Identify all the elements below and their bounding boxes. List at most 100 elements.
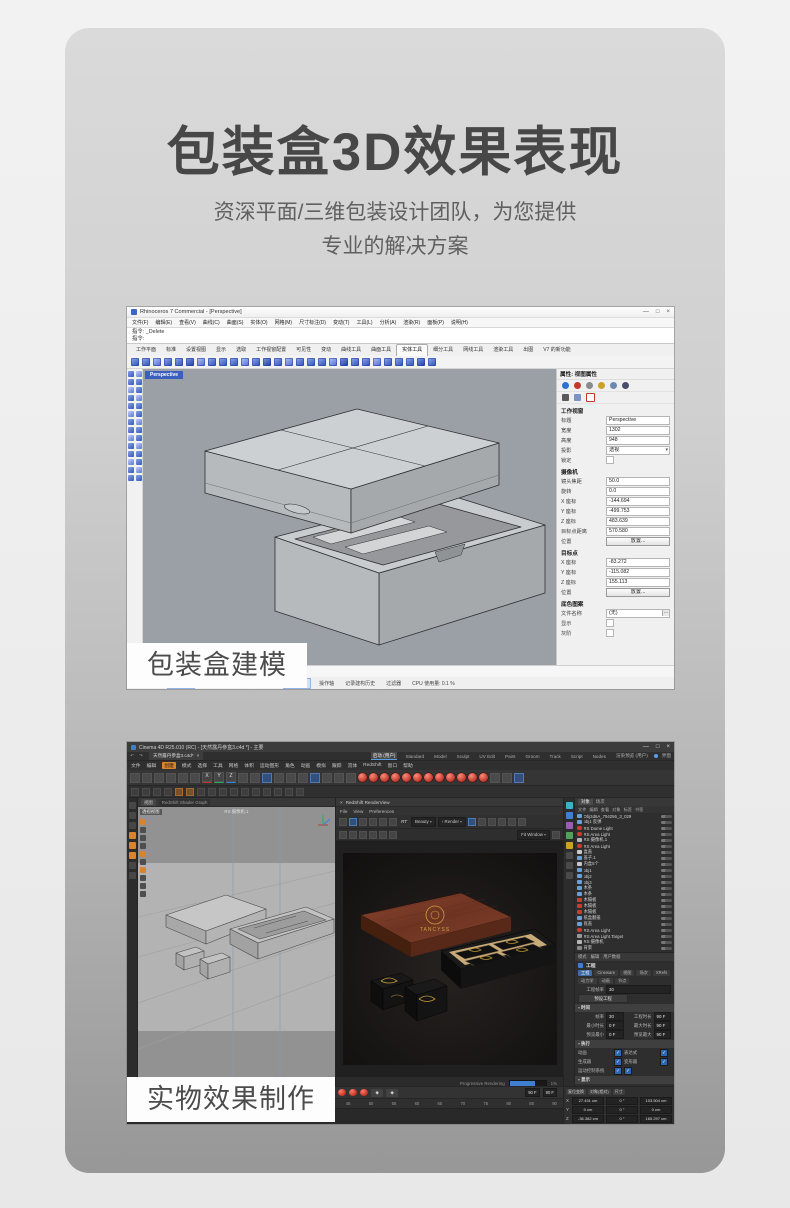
object-toggles[interactable] (665, 917, 672, 920)
attribute-row[interactable]: 时间 (575, 1004, 674, 1012)
fillet-edge-icon[interactable] (362, 358, 370, 366)
menu-item[interactable]: 曲面(S) (227, 319, 244, 326)
property-row[interactable]: 工作视窗 (557, 406, 674, 415)
slab-icon[interactable] (241, 358, 249, 366)
menu-item[interactable]: 帮助 (403, 762, 413, 769)
status-item[interactable]: 记录建构历史 (342, 679, 378, 688)
object-toggles[interactable] (665, 911, 672, 914)
object-toggles[interactable] (665, 839, 672, 842)
frame-number[interactable]: 75 (483, 1101, 488, 1106)
gear-icon[interactable] (552, 831, 560, 839)
menu-item[interactable]: 窗口 (388, 762, 398, 769)
menu-item[interactable]: 体积 (244, 762, 254, 769)
redshift-light-icon[interactable] (446, 773, 455, 782)
object-row[interactable]: RS 摄像机.1 (575, 837, 674, 843)
copy-frame-icon[interactable] (359, 831, 367, 839)
model-mode-icon[interactable] (129, 802, 136, 809)
add-snapshot-icon[interactable] (369, 831, 377, 839)
camera-label[interactable]: RS 摄像机.1 (224, 809, 248, 815)
render-view-icon[interactable] (334, 773, 344, 783)
rotate-icon[interactable] (128, 387, 134, 393)
split-icon[interactable] (128, 467, 134, 473)
property-row[interactable]: 灰阶 (557, 628, 674, 638)
team-render-icon[interactable] (490, 773, 500, 783)
sphere-tool-icon[interactable] (136, 443, 142, 449)
view-label[interactable]: 透视视图 (140, 809, 162, 815)
undo-icon[interactable] (142, 773, 152, 783)
loft-icon[interactable] (219, 788, 227, 796)
attribute-row[interactable]: 工程帧率 30 (575, 985, 674, 994)
toolbar-tab[interactable]: 工作平面 (131, 345, 161, 356)
redo-icon[interactable] (154, 773, 164, 783)
boolean-icon[interactable] (128, 459, 134, 465)
ellipsoid-icon[interactable] (219, 358, 227, 366)
manager-menu-item[interactable]: 查看 (601, 807, 609, 813)
reset-transform-button[interactable]: 复位变换 (566, 1089, 586, 1095)
object-row[interactable]: obj1 (575, 867, 674, 873)
frame-number[interactable]: 70 (460, 1101, 465, 1106)
tab-shader-graph[interactable]: RedShift Shader Graph (159, 799, 211, 806)
polygons-mode-icon[interactable] (129, 852, 136, 859)
translate-icon[interactable] (166, 773, 176, 783)
options-icon[interactable] (140, 891, 146, 897)
layout-tab[interactable]: Nodes (591, 753, 608, 760)
bevel-icon[interactable] (252, 788, 260, 796)
menu-item[interactable]: RedShift (363, 763, 381, 768)
attribute-row[interactable]: 生成器 变形器 (575, 1057, 674, 1066)
object-row[interactable]: 背景 (575, 945, 674, 951)
document-close-icon[interactable]: × (197, 753, 200, 759)
frame-number[interactable]: 90 (552, 1101, 557, 1106)
cube-icon[interactable] (175, 788, 183, 796)
boolean-split-icon[interactable] (329, 358, 337, 366)
polygon-icon[interactable] (136, 411, 142, 417)
object-row[interactable]: RS Dome Light (575, 825, 674, 831)
object-toggles[interactable] (665, 935, 672, 938)
layout-tab[interactable]: Track (548, 753, 563, 760)
manager-tab[interactable]: 场次 (596, 799, 605, 805)
toolbar-tab[interactable]: 实体工具 (396, 344, 428, 356)
workplane-icon[interactable] (322, 773, 332, 783)
menu-item[interactable]: 变动(T) (333, 319, 349, 326)
symmetry-icon[interactable] (263, 788, 271, 796)
manager-menu-item[interactable]: 书签 (635, 807, 643, 813)
maximize-button[interactable]: □ (656, 744, 660, 750)
rendering-tab-icon[interactable] (598, 382, 605, 389)
display-mode-icon[interactable] (140, 883, 146, 889)
curve-icon[interactable] (128, 395, 134, 401)
object-toggles[interactable] (665, 875, 672, 878)
redshift-light-icon[interactable] (435, 773, 444, 782)
torus-icon[interactable] (230, 358, 238, 366)
render-region-icon[interactable] (346, 773, 356, 783)
coord-system-icon[interactable] (238, 773, 248, 783)
pen-icon[interactable] (131, 788, 139, 796)
renderview-header[interactable]: × RedShift RenderView (336, 798, 563, 807)
loft-icon[interactable] (128, 427, 134, 433)
filter-icon[interactable] (140, 867, 146, 873)
subdivide-icon[interactable] (241, 788, 249, 796)
object-toggles[interactable] (665, 887, 672, 890)
attribute-row[interactable]: 显示 (575, 1076, 674, 1084)
toolbar-tab[interactable]: 选取 (231, 345, 251, 356)
object-row[interactable]: obj2 (575, 873, 674, 879)
attribute-row[interactable]: 预览最小 0 F 预览最大 90 F (575, 1030, 674, 1039)
attribute-tab[interactable]: 动力学 (578, 978, 597, 984)
cone-icon[interactable] (197, 358, 205, 366)
frame-number[interactable]: 65 (438, 1101, 443, 1106)
layout-tab[interactable]: UV Edit (477, 753, 497, 760)
property-row[interactable]: 旋转 0.0 (557, 486, 674, 496)
attribute-row[interactable]: 动画 表达式 (575, 1048, 674, 1057)
object-toggles[interactable] (665, 821, 672, 824)
rail-revolve-icon[interactable] (274, 358, 282, 366)
deformer-icon[interactable] (285, 788, 293, 796)
property-row[interactable]: X 座标 -144.694 (557, 496, 674, 506)
grid-icon[interactable] (478, 818, 486, 826)
menu-item[interactable]: 工具(L) (356, 319, 372, 326)
command-prompt[interactable]: 指令: (132, 336, 669, 343)
rotation-field[interactable]: 0 ° (606, 1097, 638, 1105)
falsecolor-icon[interactable] (508, 818, 516, 826)
record-active-button[interactable] (349, 1089, 357, 1096)
aov-dropdown[interactable]: Beauty (411, 817, 436, 827)
spline-rect-icon[interactable] (164, 788, 172, 796)
position-field[interactable]: 0 cm (572, 1106, 604, 1114)
rotation-field[interactable]: 0 ° (606, 1106, 638, 1114)
